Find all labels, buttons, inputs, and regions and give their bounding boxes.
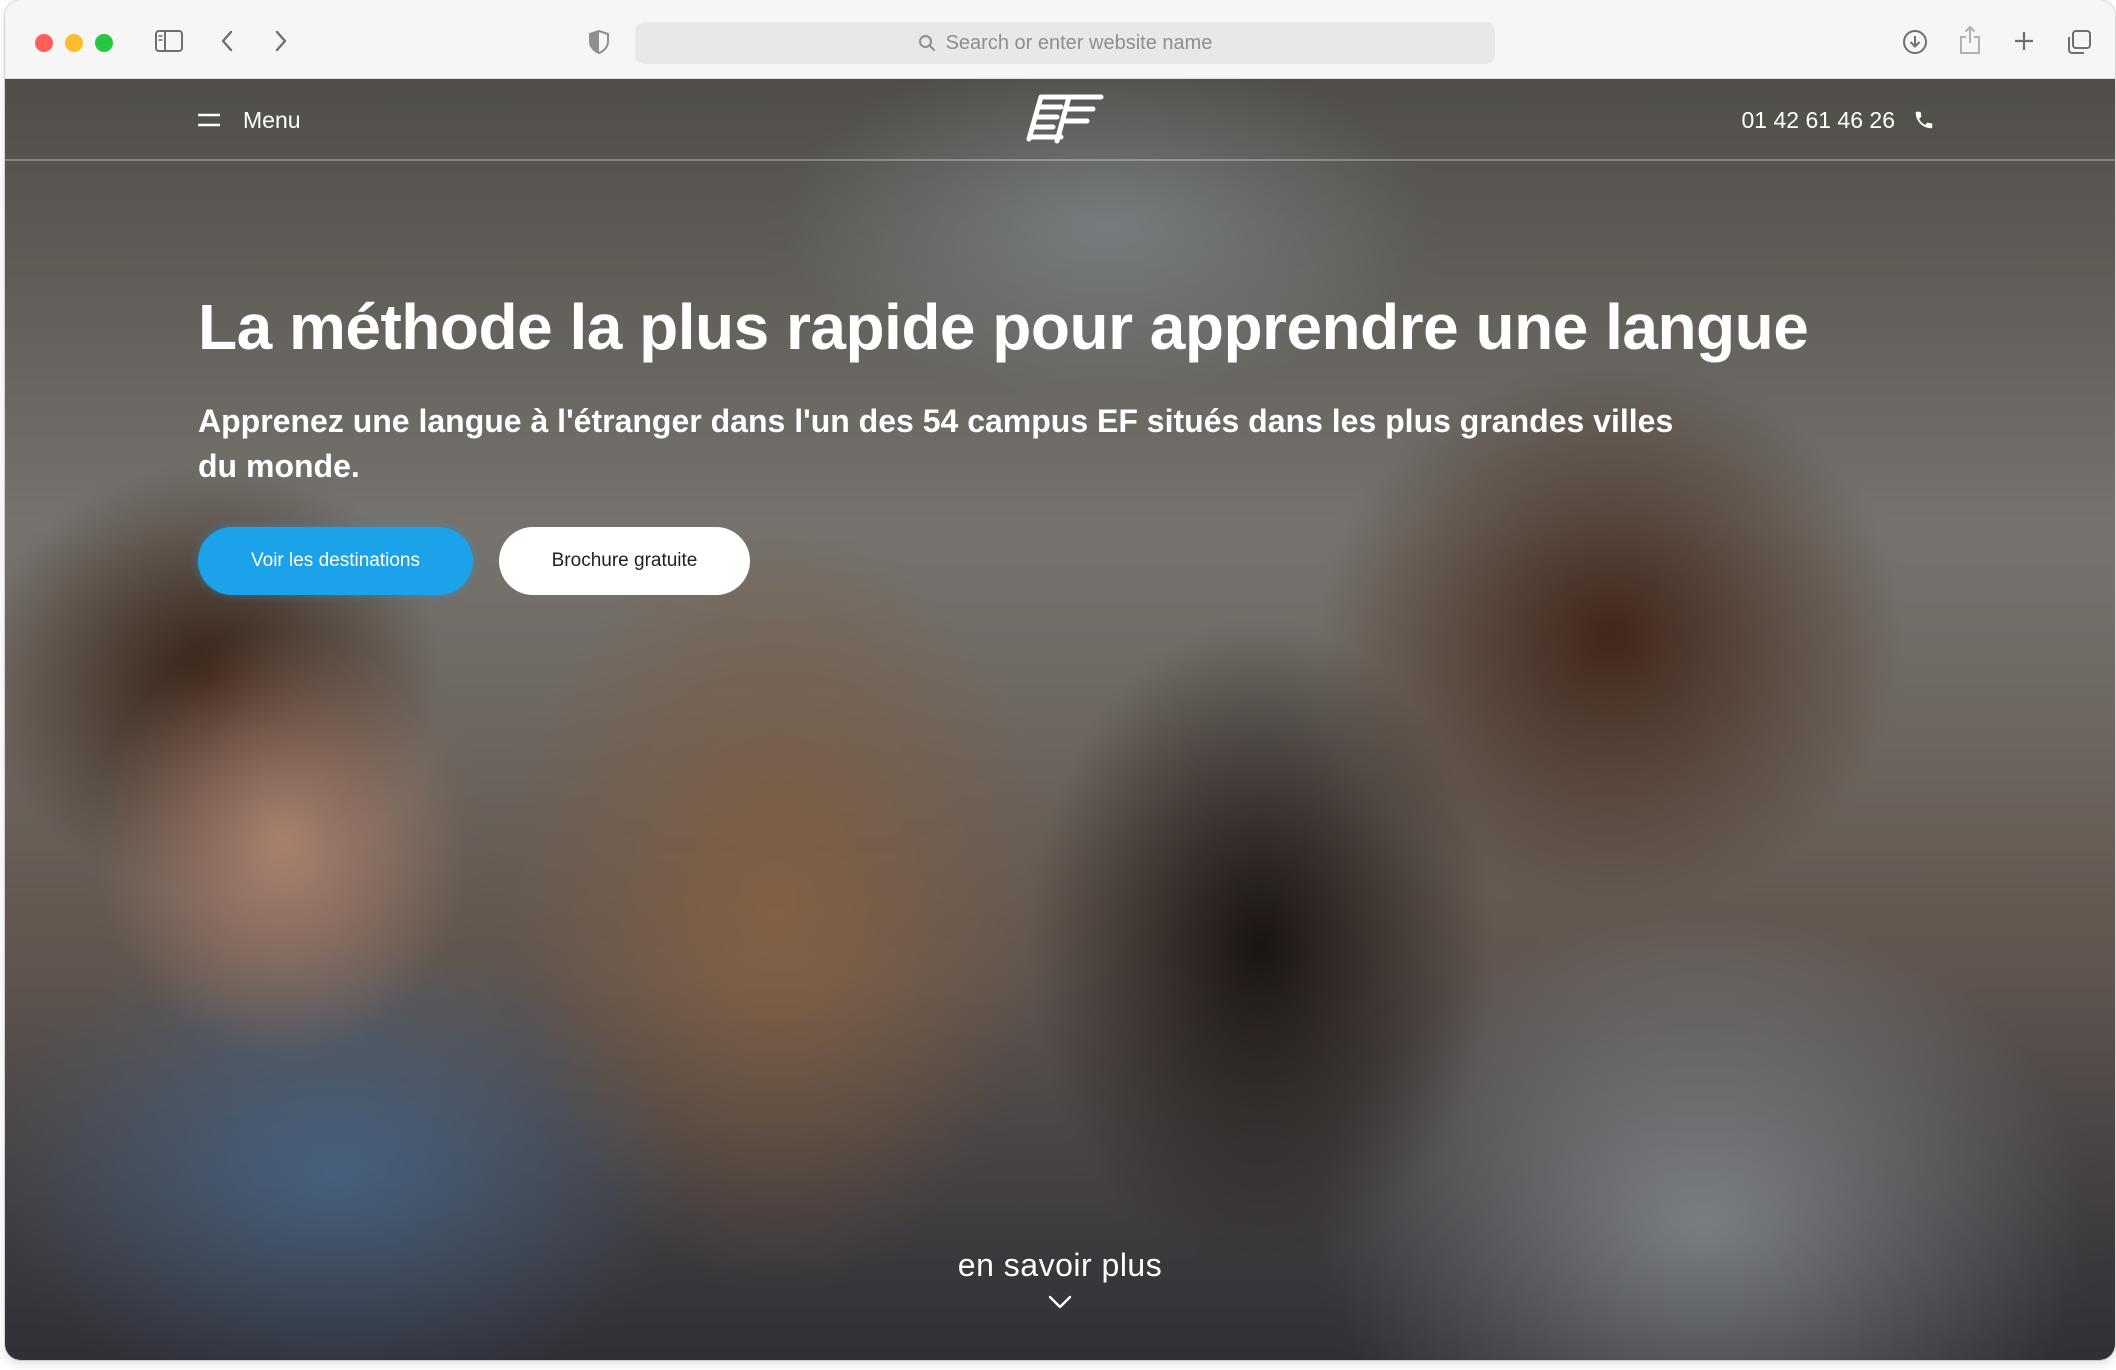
- phone-number: 01 42 61 46 26: [1741, 106, 1895, 133]
- ef-logo[interactable]: EF: [1021, 93, 1105, 145]
- chevron-down-icon: [1048, 1295, 1072, 1309]
- learn-more-label: en savoir plus: [957, 1247, 1163, 1283]
- shield-icon[interactable]: [587, 28, 611, 56]
- forward-icon[interactable]: [269, 28, 293, 54]
- hero-subtitle: Apprenez une langue à l'étranger dans l'…: [198, 403, 1674, 484]
- browser-toolbar: Search or enter website name: [5, 0, 2115, 79]
- address-bar[interactable]: Search or enter website name: [635, 22, 1495, 64]
- download-icon[interactable]: [1901, 28, 1929, 56]
- site-header: Menu EF 01 42 61 46 26: [5, 79, 2115, 161]
- browser-window: Search or enter website name Menu 01 42 …: [5, 0, 2115, 1360]
- hamburger-icon: [198, 113, 220, 127]
- view-destinations-button[interactable]: Voir les destinations: [198, 527, 473, 595]
- web-page: Menu EF 01 42 61 46 26 La méthode la: [5, 79, 2115, 1360]
- ef-logo-icon: [1026, 94, 1104, 144]
- phone-contact[interactable]: 01 42 61 46 26: [1742, 99, 1935, 141]
- learn-more-link[interactable]: en savoir plus: [5, 1247, 2115, 1310]
- back-icon[interactable]: [215, 28, 239, 54]
- share-icon[interactable]: [1957, 24, 1983, 56]
- minimize-window-button[interactable]: [65, 34, 83, 52]
- hero-title: La méthode la plus rapide pour apprendre…: [198, 291, 1809, 363]
- new-tab-icon[interactable]: [2011, 28, 2037, 54]
- hero-overlay: [5, 79, 2115, 1360]
- sidebar-icon[interactable]: [153, 28, 185, 54]
- tabs-overview-icon[interactable]: [2065, 28, 2093, 56]
- search-icon: [918, 35, 935, 51]
- close-window-button[interactable]: [35, 34, 53, 52]
- menu-label: Menu: [243, 106, 301, 133]
- free-brochure-button[interactable]: Brochure gratuite: [499, 527, 750, 595]
- address-placeholder: Search or enter website name: [945, 31, 1213, 54]
- phone-icon: [1915, 111, 1933, 129]
- menu-button[interactable]: Menu: [197, 99, 301, 141]
- zoom-window-button[interactable]: [95, 34, 113, 52]
